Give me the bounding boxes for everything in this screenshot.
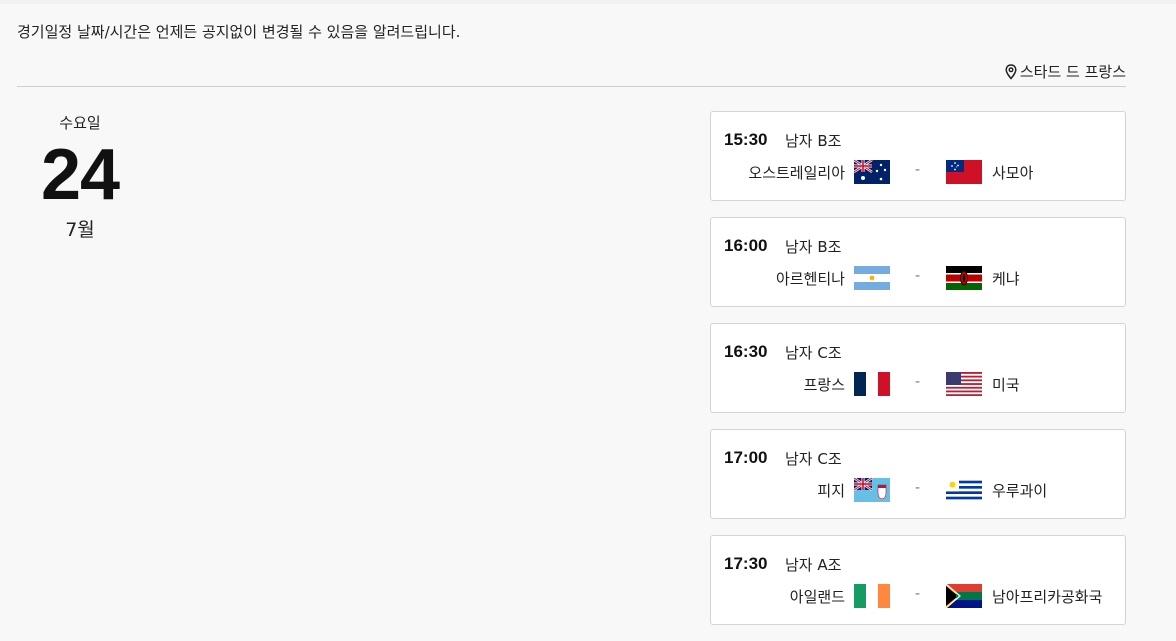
match-group: 남자 C조 xyxy=(785,344,842,362)
match-time: 17:30 xyxy=(724,554,768,573)
match-card[interactable]: 16:30 남자 C조 프랑스 - 미국 xyxy=(710,323,1126,413)
match-group: 남자 C조 xyxy=(785,450,842,468)
vs-separator: - xyxy=(915,374,921,390)
vs-separator: - xyxy=(915,480,921,496)
argentina-flag-icon xyxy=(854,266,890,290)
home-team: 아르헨티나 xyxy=(775,270,845,288)
match-time: 16:30 xyxy=(724,342,768,361)
away-team: 우루과이 xyxy=(992,482,1048,500)
uruguay-flag-icon xyxy=(946,478,982,502)
away-team: 사모아 xyxy=(992,164,1034,182)
away-team: 케냐 xyxy=(992,270,1020,288)
kenya-flag-icon xyxy=(946,266,982,290)
match-list: 15:30 남자 B조 오스트레일리아 - 사모아 16:00 남자 B조 아르… xyxy=(710,111,1126,641)
match-card[interactable]: 17:00 남자 C조 피지 - 우루과이 xyxy=(710,429,1126,519)
ireland-flag-icon xyxy=(854,584,890,608)
australia-flag-icon xyxy=(854,160,890,184)
match-card[interactable]: 17:30 남자 A조 아일랜드 - 남아프리카공화국 xyxy=(710,535,1126,625)
venue-name: 스타드 드 프랑스 xyxy=(1019,63,1126,81)
divider xyxy=(17,86,1126,87)
match-time: 17:00 xyxy=(724,448,768,467)
away-team: 미국 xyxy=(992,376,1020,394)
top-bar xyxy=(0,0,1176,4)
south-africa-flag-icon xyxy=(946,584,982,608)
france-flag-icon xyxy=(854,372,890,396)
samoa-flag-icon xyxy=(946,160,982,184)
schedule-notice: 경기일정 날짜/시간은 언제든 공지없이 변경될 수 있음을 알려드립니다. xyxy=(17,23,461,41)
date-block: 수요일 24 7월 xyxy=(30,112,130,242)
match-card[interactable]: 15:30 남자 B조 오스트레일리아 - 사모아 xyxy=(710,111,1126,201)
vs-separator: - xyxy=(915,162,921,178)
match-time: 16:00 xyxy=(724,236,768,255)
match-time: 15:30 xyxy=(724,130,768,149)
venue-label[interactable]: 스타드 드 프랑스 xyxy=(1005,61,1126,82)
match-card[interactable]: 16:00 남자 B조 아르헨티나 - 케냐 xyxy=(710,217,1126,307)
location-pin-icon xyxy=(1005,63,1017,80)
vs-separator: - xyxy=(915,268,921,284)
day-number: 24 xyxy=(40,135,120,215)
home-team: 오스트레일리아 xyxy=(748,164,845,182)
home-team: 피지 xyxy=(817,482,845,500)
home-team: 프랑스 xyxy=(803,376,845,394)
weekday: 수요일 xyxy=(59,114,101,132)
match-group: 남자 B조 xyxy=(785,238,842,256)
month: 7월 xyxy=(65,219,95,241)
fiji-flag-icon xyxy=(854,478,890,502)
vs-separator: - xyxy=(915,586,921,602)
match-group: 남자 A조 xyxy=(785,556,842,574)
match-group: 남자 B조 xyxy=(785,132,842,150)
usa-flag-icon xyxy=(946,372,982,396)
